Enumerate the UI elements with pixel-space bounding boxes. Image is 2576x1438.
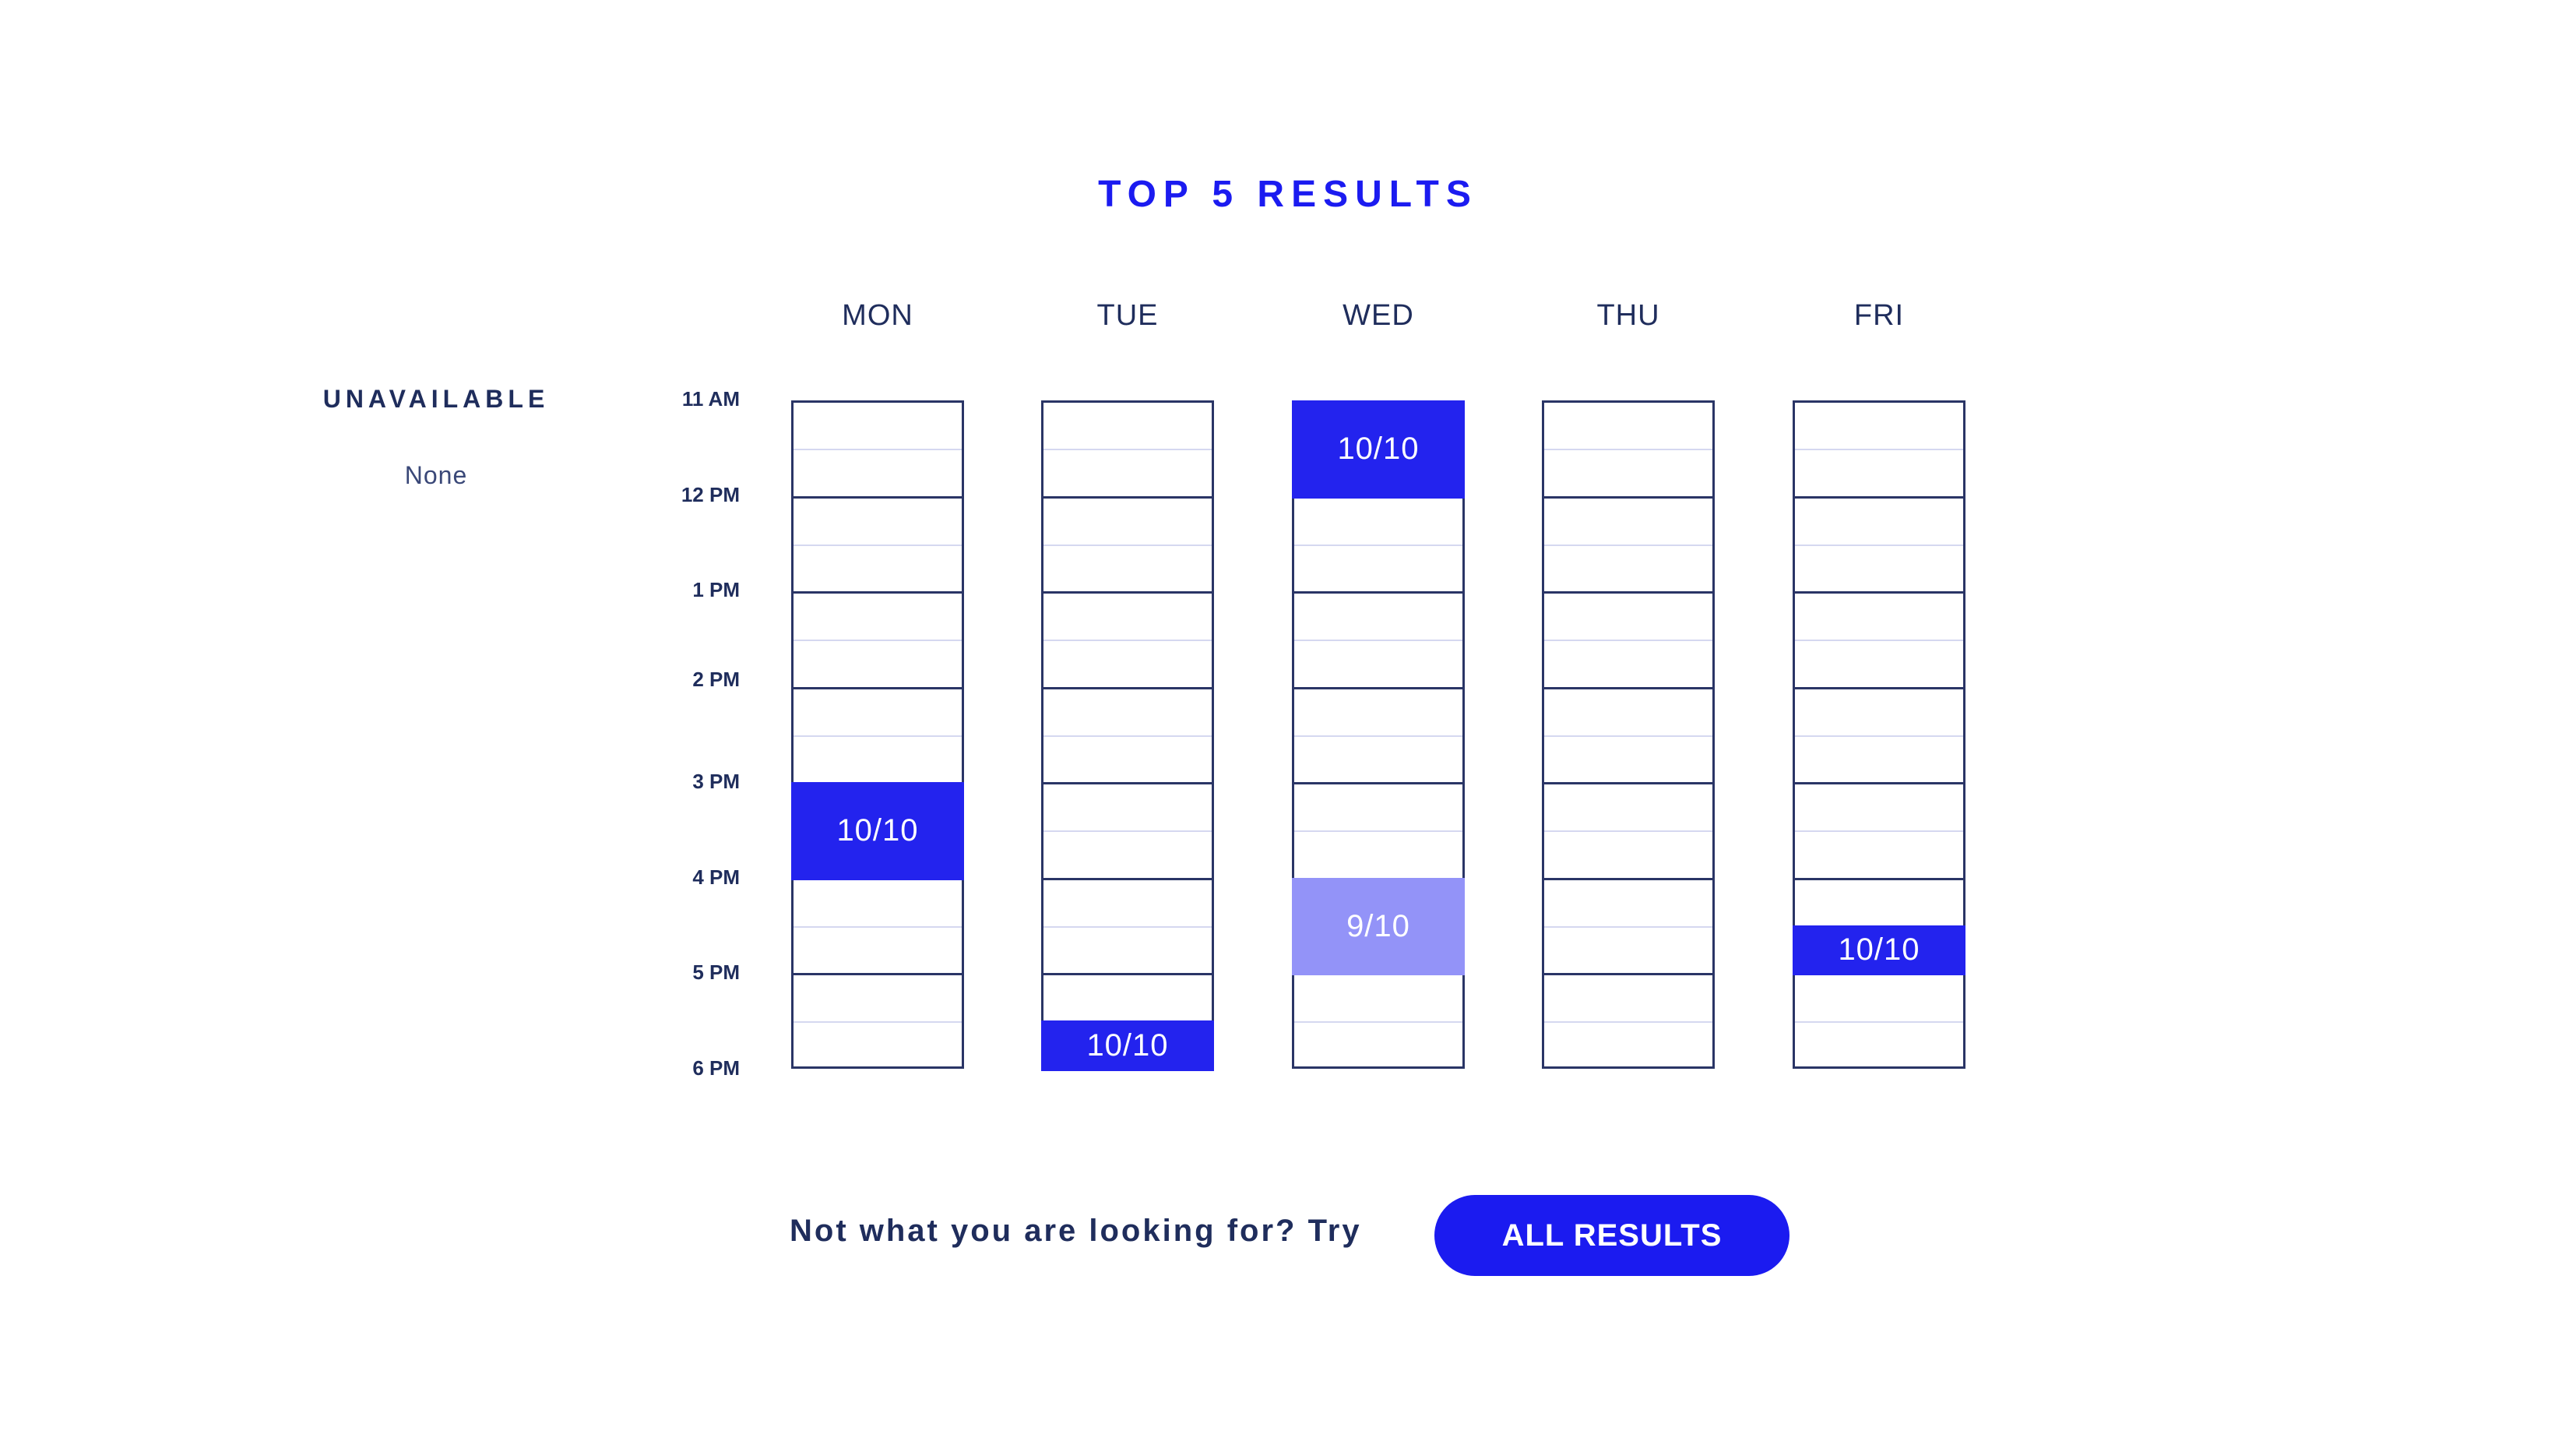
result-slot-wed[interactable]: 10/10 xyxy=(1292,400,1465,499)
unavailable-label: UNAVAILABLE xyxy=(322,385,550,413)
hour-line xyxy=(1795,686,1963,689)
hour-line xyxy=(1294,782,1462,784)
hour-line xyxy=(1544,782,1712,784)
half-hour-line xyxy=(1294,830,1462,833)
day-column-wed[interactable]: 10/10 9/10 xyxy=(1292,400,1465,1069)
day-header-thu: THU xyxy=(1596,299,1660,332)
half-hour-line xyxy=(1795,735,1963,737)
time-label-1pm: 1 PM xyxy=(692,578,740,601)
hour-line xyxy=(1795,591,1963,594)
half-hour-line xyxy=(794,1021,962,1024)
hour-line xyxy=(1795,495,1963,499)
half-hour-line xyxy=(1544,544,1712,546)
page-title: TOP 5 RESULTS xyxy=(1098,174,1478,215)
half-hour-line xyxy=(1043,735,1212,737)
half-hour-line xyxy=(1043,925,1212,928)
half-hour-line xyxy=(1043,640,1212,642)
half-hour-line xyxy=(794,735,962,737)
hour-line xyxy=(1043,782,1212,784)
half-hour-line xyxy=(1294,1021,1462,1024)
day-column-tue[interactable]: 10/10 xyxy=(1041,400,1214,1071)
hour-line xyxy=(794,686,962,689)
day-header-fri: FRI xyxy=(1853,299,1905,332)
hour-line xyxy=(1795,877,1963,880)
half-hour-line xyxy=(1544,640,1712,642)
hour-line xyxy=(794,591,962,594)
time-label-5pm: 5 PM xyxy=(692,960,740,984)
half-hour-line xyxy=(1043,449,1212,451)
footer-prompt: Not what you are looking for? Try xyxy=(790,1214,1362,1248)
half-hour-line xyxy=(1544,925,1712,928)
day-column-mon[interactable]: 10/10 xyxy=(791,400,964,1069)
hour-line xyxy=(1043,973,1212,975)
half-hour-line xyxy=(794,544,962,546)
half-hour-line xyxy=(1795,544,1963,546)
half-hour-line xyxy=(1795,1021,1963,1024)
time-label-4pm: 4 PM xyxy=(692,865,740,889)
hour-line xyxy=(794,495,962,499)
half-hour-line xyxy=(1294,735,1462,737)
half-hour-line xyxy=(1795,640,1963,642)
hour-line xyxy=(1043,495,1212,499)
hour-line xyxy=(1043,591,1212,594)
half-hour-line xyxy=(1043,830,1212,833)
half-hour-line xyxy=(1795,830,1963,833)
result-slot-fri[interactable]: 10/10 xyxy=(1793,925,1965,975)
result-slot-mon[interactable]: 10/10 xyxy=(791,782,964,880)
time-label-6pm: 6 PM xyxy=(692,1056,740,1080)
time-label-3pm: 3 PM xyxy=(692,770,740,793)
half-hour-line xyxy=(794,925,962,928)
day-header-tue: TUE xyxy=(1096,299,1159,332)
all-results-button[interactable]: ALL RESULTS xyxy=(1434,1195,1789,1276)
hour-line xyxy=(1544,686,1712,689)
half-hour-line xyxy=(1795,449,1963,451)
half-hour-line xyxy=(1544,449,1712,451)
unavailable-value: None xyxy=(404,461,468,489)
hour-line xyxy=(1544,495,1712,499)
hour-line xyxy=(1294,686,1462,689)
half-hour-line xyxy=(794,449,962,451)
half-hour-line xyxy=(1544,830,1712,833)
hour-line xyxy=(794,973,962,975)
time-label-12pm: 12 PM xyxy=(681,483,740,506)
half-hour-line xyxy=(1294,640,1462,642)
hour-line xyxy=(1544,591,1712,594)
hour-line xyxy=(1795,782,1963,784)
day-column-fri[interactable]: 10/10 xyxy=(1793,400,1965,1069)
day-column-thu[interactable] xyxy=(1542,400,1715,1069)
day-header-wed: WED xyxy=(1343,299,1414,332)
half-hour-line xyxy=(1294,544,1462,546)
hour-line xyxy=(1043,686,1212,689)
hour-line xyxy=(1544,877,1712,880)
time-label-11am: 11 AM xyxy=(681,387,740,411)
day-header-mon: MON xyxy=(842,299,913,332)
hour-line xyxy=(1294,591,1462,594)
hour-line xyxy=(1043,877,1212,880)
half-hour-line xyxy=(1043,544,1212,546)
result-slot-tue[interactable]: 10/10 xyxy=(1041,1020,1214,1071)
half-hour-line xyxy=(794,640,962,642)
time-label-2pm: 2 PM xyxy=(692,668,740,691)
half-hour-line xyxy=(1544,735,1712,737)
result-slot-wed[interactable]: 9/10 xyxy=(1292,877,1465,975)
half-hour-line xyxy=(1544,1021,1712,1024)
hour-line xyxy=(1544,973,1712,975)
